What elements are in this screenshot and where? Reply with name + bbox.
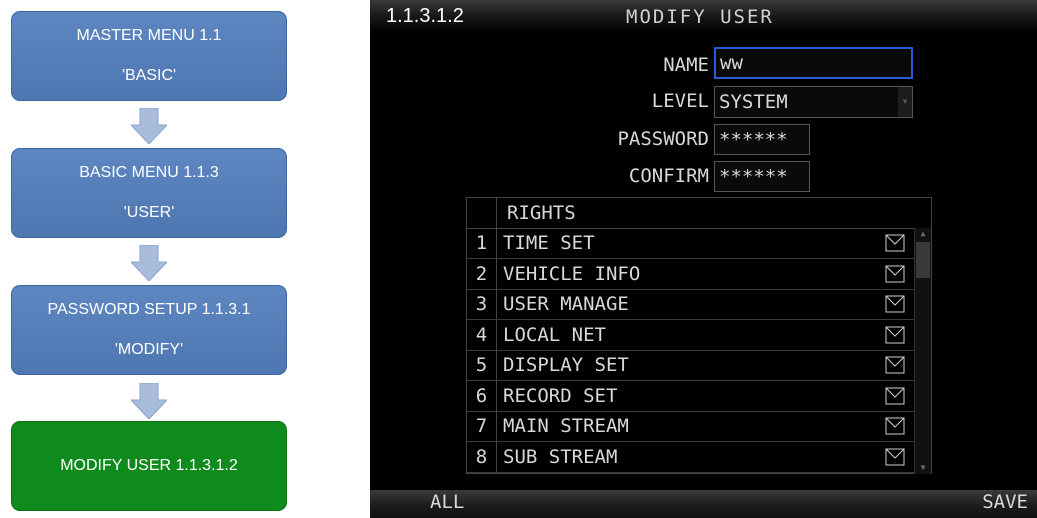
screen-title: MODIFY USER	[626, 6, 774, 28]
rights-row-label: LOCAL NET	[503, 323, 606, 346]
save-button[interactable]: SAVE	[982, 491, 1028, 513]
flow-step-subtitle: 'MODIFY'	[114, 341, 184, 358]
rights-row[interactable]: 2 VEHICLE INFO	[467, 258, 915, 290]
scrollbar[interactable]: ▲ ▼	[914, 228, 931, 474]
number-column-header	[467, 198, 497, 228]
rights-header-label: RIGHTS	[507, 202, 576, 224]
rights-row[interactable]: 6 RECORD SET	[467, 380, 915, 412]
flow-step-title: MODIFY USER 1.1.3.1.2	[60, 457, 238, 474]
chevron-down-icon[interactable]: ▼	[898, 87, 912, 117]
checkbox-checked-icon[interactable]	[885, 234, 905, 252]
rights-header: RIGHTS	[467, 198, 931, 229]
all-button[interactable]: ALL	[430, 491, 464, 513]
flow-step-master-menu: MASTER MENU 1.1 'BASIC'	[11, 11, 287, 101]
rights-row[interactable]: 1 TIME SET	[467, 228, 915, 259]
level-dropdown[interactable]: SYSTEM ▼	[714, 86, 913, 118]
scroll-down-icon[interactable]: ▼	[915, 462, 931, 474]
confirm-input[interactable]: ******	[714, 161, 810, 192]
level-label: LEVEL	[651, 90, 709, 112]
dvr-screen: 1.1.3.1.2 MODIFY USER NAME ww LEVEL SYST…	[370, 0, 1037, 518]
rights-row-label: DISPLAY SET	[503, 354, 629, 376]
down-arrow-icon	[131, 245, 167, 281]
rights-row-label: SUB STREAM	[503, 445, 618, 468]
rights-row-number: 6	[467, 380, 497, 411]
flow-step-title: PASSWORD SETUP 1.1.3.1	[47, 301, 251, 318]
flow-step-title: BASIC MENU 1.1.3	[79, 164, 219, 181]
rights-row[interactable]: 3 USER MANAGE	[467, 289, 915, 320]
rights-row-number: 3	[467, 289, 497, 319]
menu-code: 1.1.3.1.2	[386, 5, 464, 27]
password-label: PASSWORD	[617, 128, 709, 150]
flow-step-password-setup: PASSWORD SETUP 1.1.3.1 'MODIFY'	[11, 285, 287, 375]
flow-step-basic-menu: BASIC MENU 1.1.3 'USER'	[11, 148, 287, 238]
rights-row[interactable]: 8 SUB STREAM	[467, 441, 915, 473]
rights-row-label: VEHICLE INFO	[503, 262, 641, 285]
checkbox-checked-icon[interactable]	[885, 326, 905, 344]
down-arrow-icon	[131, 383, 167, 419]
flow-step-title: MASTER MENU 1.1	[76, 27, 222, 44]
scrollbar-thumb[interactable]	[916, 242, 930, 278]
rights-row[interactable]: 4 LOCAL NET	[467, 319, 915, 351]
checkbox-checked-icon[interactable]	[885, 356, 905, 374]
password-input[interactable]: ******	[714, 124, 810, 155]
bottom-bar: ALL SAVE	[370, 490, 1037, 518]
checkbox-checked-icon[interactable]	[885, 448, 905, 466]
level-value: SYSTEM	[719, 91, 788, 113]
rights-row-label: RECORD SET	[503, 384, 618, 407]
down-arrow-icon	[131, 108, 167, 144]
scroll-up-icon[interactable]: ▲	[915, 228, 931, 240]
rights-row-label: USER MANAGE	[503, 293, 629, 315]
rights-row[interactable]: 5 DISPLAY SET	[467, 350, 915, 381]
rights-row-label: TIME SET	[503, 232, 595, 254]
confirm-label: CONFIRM	[628, 165, 709, 187]
checkbox-checked-icon[interactable]	[885, 295, 905, 313]
checkbox-checked-icon[interactable]	[885, 387, 905, 405]
rights-row-number: 4	[467, 319, 497, 350]
flow-step-subtitle: 'BASIC'	[121, 67, 177, 84]
title-bar: 1.1.3.1.2 MODIFY USER	[370, 0, 1037, 33]
flow-step-subtitle: 'USER'	[123, 204, 175, 221]
rights-row-number: 2	[467, 258, 497, 289]
flow-step-modify-user: MODIFY USER 1.1.3.1.2	[11, 421, 287, 511]
rights-row-number: 8	[467, 441, 497, 472]
name-input[interactable]: ww	[714, 47, 913, 79]
rights-row-number: 5	[467, 350, 497, 380]
rights-row-label: MAIN STREAM	[503, 415, 629, 437]
rights-row-number: 7	[467, 411, 497, 441]
rights-row[interactable]: 7 MAIN STREAM	[467, 411, 915, 442]
rights-row-number: 1	[467, 228, 497, 258]
checkbox-checked-icon[interactable]	[885, 265, 905, 283]
name-label: NAME	[663, 54, 709, 76]
checkbox-checked-icon[interactable]	[885, 417, 905, 435]
rights-list: RIGHTS 1 TIME SET 2 VEHICLE INFO 3 USER MANAG…	[466, 197, 932, 474]
